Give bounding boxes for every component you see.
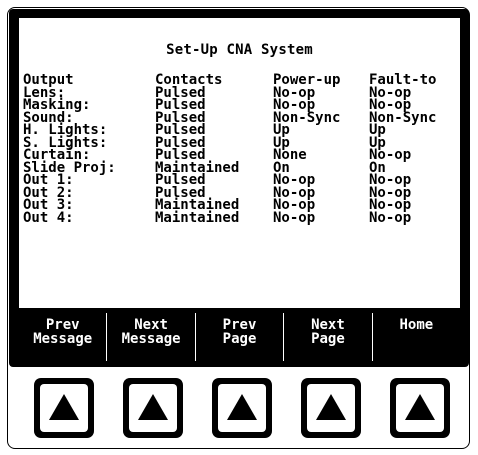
triangle-up-icon [316, 394, 346, 420]
cell-fault-to: No-op [369, 209, 412, 226]
softkey-label-line2: Message [121, 331, 181, 347]
hardware-button-row [28, 378, 458, 442]
cell-output: Out 4: [23, 209, 74, 226]
softkey-next-page[interactable]: Next Page [284, 313, 373, 361]
softkey-label-line2: Message [33, 331, 93, 347]
output-config-table: Output Contacts Power-up Fault-to Lens: P… [23, 73, 459, 226]
table-row: Out 4: Maintained No-op No-op [23, 209, 459, 226]
softkey-next-message[interactable]: Next Message [107, 313, 196, 361]
page-title: Set-Up CNA System [166, 42, 313, 58]
triangle-up-icon [49, 394, 79, 420]
softkey-label-line1: Home [399, 317, 434, 333]
triangle-up-icon [138, 394, 168, 420]
softkey-label-line1: Prev [45, 317, 80, 333]
softkey-label-line1: Next [134, 317, 168, 333]
hardware-button-3[interactable] [212, 378, 272, 438]
cell-contacts: Maintained [155, 209, 240, 226]
hardware-button-5[interactable] [390, 378, 450, 438]
triangle-up-icon [227, 394, 257, 420]
softkey-prev-page[interactable]: Prev Page [196, 313, 285, 361]
softkey-label-line1: Prev [222, 317, 257, 333]
hardware-button-1[interactable] [34, 378, 94, 438]
triangle-up-icon [405, 394, 435, 420]
softkey-prev-message[interactable]: Prev Message [19, 313, 108, 361]
hardware-button-2[interactable] [123, 378, 183, 438]
cell-power-up: No-op [273, 209, 316, 226]
softkey-label-line2: Page [222, 331, 257, 347]
hardware-button-4[interactable] [301, 378, 361, 438]
softkey-label-line1: Next [311, 317, 345, 333]
softkey-label-line2: Page [311, 331, 345, 347]
softkey-label-bar: Prev Message Next Message Prev Page Next… [19, 313, 460, 361]
softkey-home[interactable]: Home [373, 313, 460, 361]
lcd-screen: Set-Up CNA System Output Contacts Power-… [19, 18, 460, 308]
